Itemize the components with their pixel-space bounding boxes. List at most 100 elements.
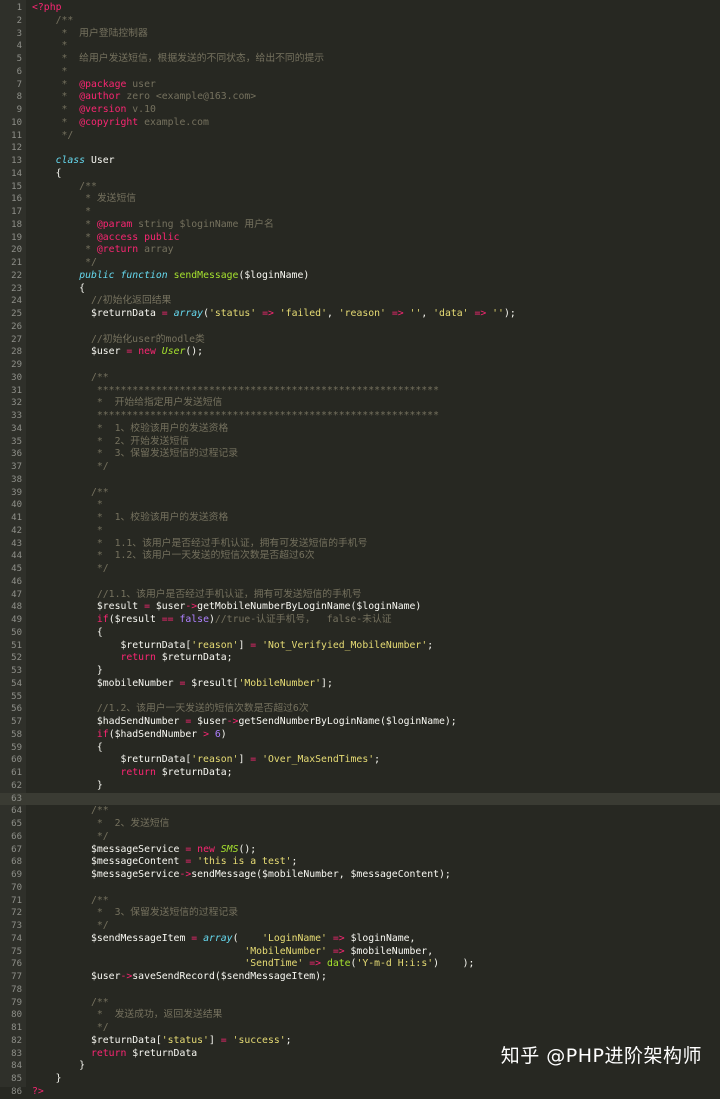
code-text: $messageService->sendMessage($mobileNumb… — [32, 869, 451, 880]
code-line[interactable]: 27 //初始化user的modle类 — [0, 334, 720, 347]
code-line[interactable]: 50 { — [0, 627, 720, 640]
code-line[interactable]: 10 * @copyright example.com — [0, 117, 720, 130]
code-text: $user = new User(); — [32, 346, 204, 358]
code-line[interactable]: 49 if($result == false)//true-认证手机号， fal… — [0, 614, 720, 627]
code-line[interactable]: 60 $returnData['reason'] = 'Over_MaxSend… — [0, 754, 720, 767]
code-line[interactable]: 39 /** — [0, 487, 720, 500]
code-line[interactable]: 6 * — [0, 66, 720, 79]
code-line[interactable]: 63 — [0, 792, 720, 806]
code-line[interactable]: 42 * — [0, 525, 720, 538]
code-line[interactable]: 46 — [0, 576, 720, 589]
code-line[interactable]: 74 $sendMessageItem = array( 'LoginName'… — [0, 933, 720, 946]
code-line[interactable]: 65 * 2、发送短信 — [0, 818, 720, 831]
code-line[interactable]: 5 * 给用户发送短信，根据发送的不同状态，给出不同的提示 — [0, 53, 720, 66]
code-line[interactable]: 56 //1.2、该用户一天发送的短信次数是否超过6次 — [0, 703, 720, 716]
code-line[interactable]: 57 $hadSendNumber = $user->getSendNumber… — [0, 716, 720, 729]
code-line[interactable]: 21 */ — [0, 257, 720, 270]
code-line[interactable]: 7 * @package user — [0, 79, 720, 92]
code-line[interactable]: 13 class User — [0, 155, 720, 168]
line-number: 21 — [11, 258, 22, 268]
code-line[interactable]: 4 * — [0, 40, 720, 53]
code-line[interactable]: 67 $messageService = new SMS(); — [0, 844, 720, 857]
code-line[interactable]: 1 <?php — [0, 2, 720, 15]
code-text: $returnData['status'] = 'success'; — [32, 1034, 292, 1046]
code-line[interactable]: 32 * 开始给指定用户发送短信 — [0, 397, 720, 410]
code-line[interactable]: 58 if($hadSendNumber > 6) — [0, 729, 720, 742]
code-line[interactable]: 44 * 1.2、该用户一天发送的短信次数是否超过6次 — [0, 550, 720, 563]
code-line[interactable]: 14 { — [0, 168, 720, 181]
code-line[interactable]: 76 'SendTime' => date('Y-m-d H:i:s') ); — [0, 958, 720, 971]
code-line[interactable]: 25 $returnData = array('status' => 'fail… — [0, 308, 720, 321]
code-line[interactable]: 24 //初始化返回结果 — [0, 295, 720, 308]
code-line[interactable]: 62 } — [0, 780, 720, 793]
code-line[interactable]: 55 — [0, 691, 720, 704]
code-line[interactable]: 79 /** — [0, 997, 720, 1010]
code-line[interactable]: 35 * 2、开始发送短信 — [0, 436, 720, 449]
code-line[interactable]: 18 * @param string $loginName 用户名 — [0, 219, 720, 232]
code-line[interactable]: 3 * 用户登陆控制器 — [0, 28, 720, 41]
code-line[interactable]: 85 } — [0, 1073, 720, 1086]
line-number: 42 — [11, 525, 22, 536]
code-line[interactable]: 52 return $returnData; — [0, 652, 720, 665]
code-line[interactable]: 77 $user->saveSendRecord($sendMessageIte… — [0, 971, 720, 984]
line-number: 4 — [16, 41, 22, 52]
code-text: { — [32, 626, 103, 638]
code-line[interactable]: 48 $result = $user->getMobileNumberByLog… — [0, 601, 720, 614]
code-line[interactable]: 45 */ — [0, 563, 720, 576]
code-line[interactable]: 86 ?> — [0, 1086, 720, 1099]
line-number: 27 — [11, 334, 22, 345]
code-line[interactable]: 9 * @version v.10 — [0, 104, 720, 117]
code-line[interactable]: 78 — [0, 984, 720, 997]
code-line[interactable]: 38 — [0, 474, 720, 487]
code-line[interactable]: 15 /** — [0, 181, 720, 194]
code-line[interactable]: 59 { — [0, 742, 720, 755]
line-number: 32 — [11, 398, 22, 409]
code-text: return $returnData — [90, 1047, 198, 1059]
code-line[interactable]: 68 $messageContent = 'this is a test'; — [0, 856, 720, 869]
code-line[interactable]: 61 return $returnData; — [0, 767, 720, 780]
code-line[interactable]: 73 */ — [0, 920, 720, 933]
code-line[interactable]: 19 * @access public — [0, 232, 720, 245]
code-line[interactable]: 2 /** — [0, 15, 720, 28]
code-line[interactable]: 51 $returnData['reason'] = 'Not_Verifyie… — [0, 640, 720, 653]
code-line[interactable]: 64 /** — [0, 805, 720, 818]
code-text: * @version v.10 — [32, 104, 156, 115]
code-line[interactable]: 31 *************************************… — [0, 385, 720, 398]
code-line[interactable]: 8 * @author zero <example@163.com> — [0, 91, 720, 104]
code-line[interactable]: 11 */ — [0, 130, 720, 143]
code-editor[interactable]: 1 <?php 2 /** 3 * 用户登陆控制器 4 * 5 * 给用户发送短信，根据发… — [0, 0, 720, 1097]
code-line[interactable]: 20 * @return array — [0, 244, 720, 257]
code-line[interactable]: 33 *************************************… — [0, 410, 720, 423]
code-line[interactable]: 66 */ — [0, 831, 720, 844]
code-text: //初始化user的modle类 — [32, 333, 205, 345]
code-line[interactable]: 12 — [0, 142, 720, 155]
code-line[interactable]: 30 /** — [0, 372, 720, 385]
code-line[interactable]: 22 public function sendMessage($loginNam… — [0, 270, 720, 283]
code-text: 'MobileNumber' => $mobileNumber, — [244, 945, 434, 957]
code-line[interactable]: 69 $messageService->sendMessage($mobileN… — [0, 869, 720, 882]
code-line[interactable]: 71 /** — [0, 895, 720, 908]
code-text: * @author zero <example@163.com> — [32, 91, 257, 103]
code-line[interactable]: 75 'MobileNumber' => $mobileNumber, — [0, 946, 720, 959]
code-line[interactable]: 16 * 发送短信 — [0, 193, 720, 206]
code-line[interactable]: 41 * 1、校验该用户的发送资格 — [0, 512, 720, 525]
code-line[interactable]: 23 { — [0, 283, 720, 296]
code-line[interactable]: 43 * 1.1、该用户是否经过手机认证，拥有可发送短信的手机号 — [0, 538, 720, 551]
code-line[interactable]: 37 */ — [0, 461, 720, 474]
code-line[interactable]: 81 */ — [0, 1022, 720, 1035]
code-line[interactable]: 17 * — [0, 206, 720, 219]
code-line[interactable]: 80 * 发送成功，返回发送结果 — [0, 1009, 720, 1022]
code-line[interactable]: 72 * 3、保留发送短信的过程记录 — [0, 907, 720, 920]
code-line[interactable]: 29 — [0, 359, 720, 372]
code-line[interactable]: 28 $user = new User(); — [0, 346, 720, 359]
code-line[interactable]: 53 } — [0, 665, 720, 678]
code-line[interactable]: 70 — [0, 882, 720, 895]
code-line[interactable]: 40 * — [0, 499, 720, 512]
code-line[interactable]: 54 $mobileNumber = $result['MobileNumber… — [0, 678, 720, 691]
code-line[interactable]: 26 — [0, 321, 720, 334]
code-line[interactable]: 36 * 3、保留发送短信的过程记录 — [0, 448, 720, 461]
code-line[interactable]: 47 //1.1、该用户是否经过手机认证，拥有可发送短信的手机号 — [0, 589, 720, 602]
code-line[interactable]: 34 * 1、校验该用户的发送资格 — [0, 423, 720, 436]
line-number: 76 — [11, 959, 22, 970]
line-number: 83 — [11, 1048, 22, 1059]
